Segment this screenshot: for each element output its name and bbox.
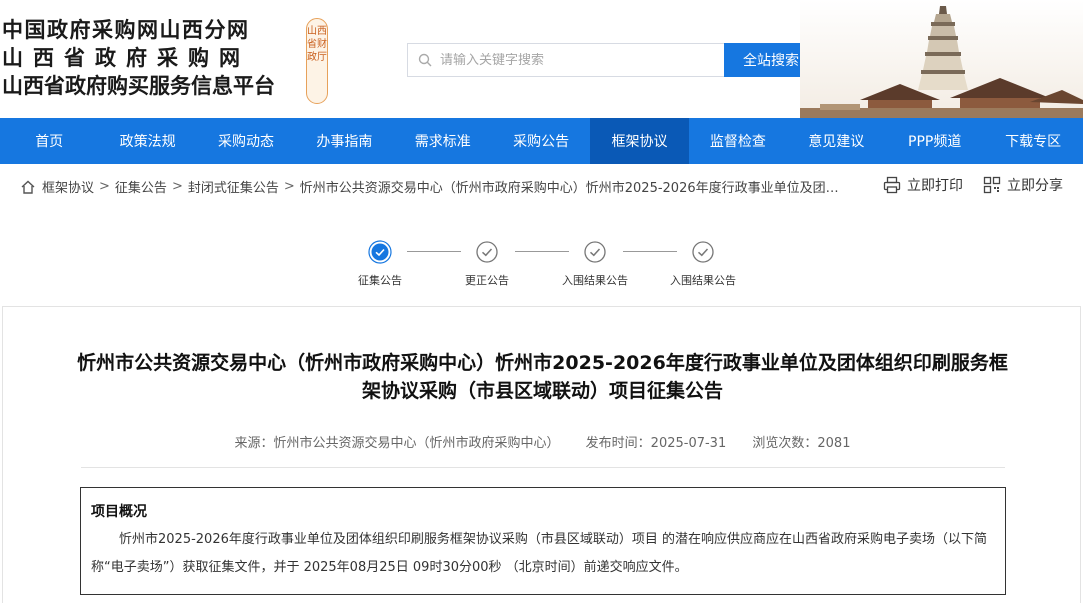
breadcrumb-item-closed-solicitation[interactable]: 封闭式征集公告 xyxy=(188,177,279,196)
site-title-line3: 山西省政府购买服务信息平台 xyxy=(2,74,275,98)
site-title-line2: 山西省政府采购网 xyxy=(2,46,250,70)
article-meta: 来源：忻州市公共资源交易中心（忻州市政府采购中心） 发布时间：2025-07-3… xyxy=(3,432,1082,451)
breadcrumb-item-solicitation[interactable]: 征集公告 xyxy=(115,177,167,196)
step-solicitation[interactable]: 征集公告 xyxy=(340,230,420,288)
step-label: 更正公告 xyxy=(465,274,509,287)
article-publish-time: 发布时间：2025-07-31 xyxy=(585,436,727,451)
nav-item-framework[interactable]: 框架协议 xyxy=(590,118,689,164)
print-button[interactable]: 立即打印 xyxy=(883,175,963,195)
home-icon xyxy=(21,180,35,194)
announcement-progress-steps: 征集公告 更正公告 入围结果公告 入围结果公告 xyxy=(340,230,760,300)
step-check-icon xyxy=(692,241,714,263)
breadcrumb-current: 忻州市公共资源交易中心（忻州市政府采购中心）忻州市2025-2026年度行政事业… xyxy=(299,181,840,196)
site-header: 中国政府采购网山西分网 山西省政府采购网 山西省政府购买服务信息平台 山西省财政… xyxy=(0,0,1083,118)
site-title-line1: 中国政府采购网山西分网 xyxy=(2,18,250,42)
finance-department-seal: 山西省财政厅 xyxy=(306,18,328,104)
breadcrumb-separator: > xyxy=(99,179,110,194)
qr-code-icon xyxy=(983,176,1001,194)
step-label: 征集公告 xyxy=(358,274,402,287)
nav-item-announcements[interactable]: 采购公告 xyxy=(492,118,590,164)
page-tools: 立即打印 立即分享 xyxy=(863,175,1063,195)
breadcrumb-item-framework[interactable]: 框架协议 xyxy=(42,177,94,196)
pagoda-banner-image xyxy=(800,0,1083,118)
nav-item-policy[interactable]: 政策法规 xyxy=(98,118,196,164)
nav-item-guide[interactable]: 办事指南 xyxy=(295,118,393,164)
step-shortlist-result[interactable]: 入围结果公告 xyxy=(555,230,635,288)
article-title: 忻州市公共资源交易中心（忻州市政府采购中心）忻州市2025-2026年度行政事业… xyxy=(77,352,1008,402)
step-shortlist-result-2[interactable]: 入围结果公告 xyxy=(663,230,743,288)
nav-item-home[interactable]: 首页 xyxy=(0,118,98,164)
print-label: 立即打印 xyxy=(907,178,963,194)
breadcrumb: 框架协议 > 征集公告 > 封闭式征集公告 > 忻州市公共资源交易中心（忻州市政… xyxy=(20,177,840,196)
nav-item-feedback[interactable]: 意见建议 xyxy=(787,118,885,164)
project-overview-box: 项目概况 忻州市2025-2026年度行政事业单位及团体组织印刷服务框架协议采购… xyxy=(80,487,1006,595)
search-box[interactable] xyxy=(407,43,725,77)
step-correction[interactable]: 更正公告 xyxy=(447,230,527,288)
article-panel: 忻州市公共资源交易中心（忻州市政府采购中心）忻州市2025-2026年度行政事业… xyxy=(2,306,1081,603)
breadcrumb-separator: > xyxy=(171,179,183,194)
overview-text: 忻州市2025-2026年度行政事业单位及团体组织印刷服务框架协议采购（市县区域… xyxy=(91,532,987,575)
overview-heading: 项目概况 xyxy=(91,504,147,520)
share-button[interactable]: 立即分享 xyxy=(983,175,1063,195)
printer-icon xyxy=(883,176,901,194)
breadcrumb-separator: > xyxy=(283,179,295,194)
nav-item-standards[interactable]: 需求标准 xyxy=(394,118,492,164)
nav-item-supervision[interactable]: 监督检查 xyxy=(689,118,787,164)
article-view-count: 浏览次数：2081 xyxy=(752,436,851,451)
divider xyxy=(81,467,1005,468)
site-title[interactable]: 中国政府采购网山西分网 山西省政府采购网 山西省政府购买服务信息平台 xyxy=(2,16,275,100)
nav-item-ppp[interactable]: PPP频道 xyxy=(886,118,984,164)
nav-item-downloads[interactable]: 下载专区 xyxy=(984,118,1082,164)
article-source: 来源：忻州市公共资源交易中心（忻州市政府采购中心） xyxy=(234,436,560,451)
step-active-check-icon xyxy=(368,240,392,264)
breadcrumb-bar: 框架协议 > 征集公告 > 封闭式征集公告 > 忻州市公共资源交易中心（忻州市政… xyxy=(0,164,1083,208)
search-icon xyxy=(418,53,432,67)
nav-item-news[interactable]: 采购动态 xyxy=(197,118,295,164)
step-label: 入围结果公告 xyxy=(562,274,628,287)
step-check-icon xyxy=(584,241,606,263)
main-nav: 首页 政策法规 采购动态 办事指南 需求标准 采购公告 框架协议 监督检查 意见… xyxy=(0,118,1083,164)
share-label: 立即分享 xyxy=(1007,178,1063,194)
step-label: 入围结果公告 xyxy=(670,274,736,287)
step-check-icon xyxy=(476,241,498,263)
search-input[interactable] xyxy=(440,52,710,68)
